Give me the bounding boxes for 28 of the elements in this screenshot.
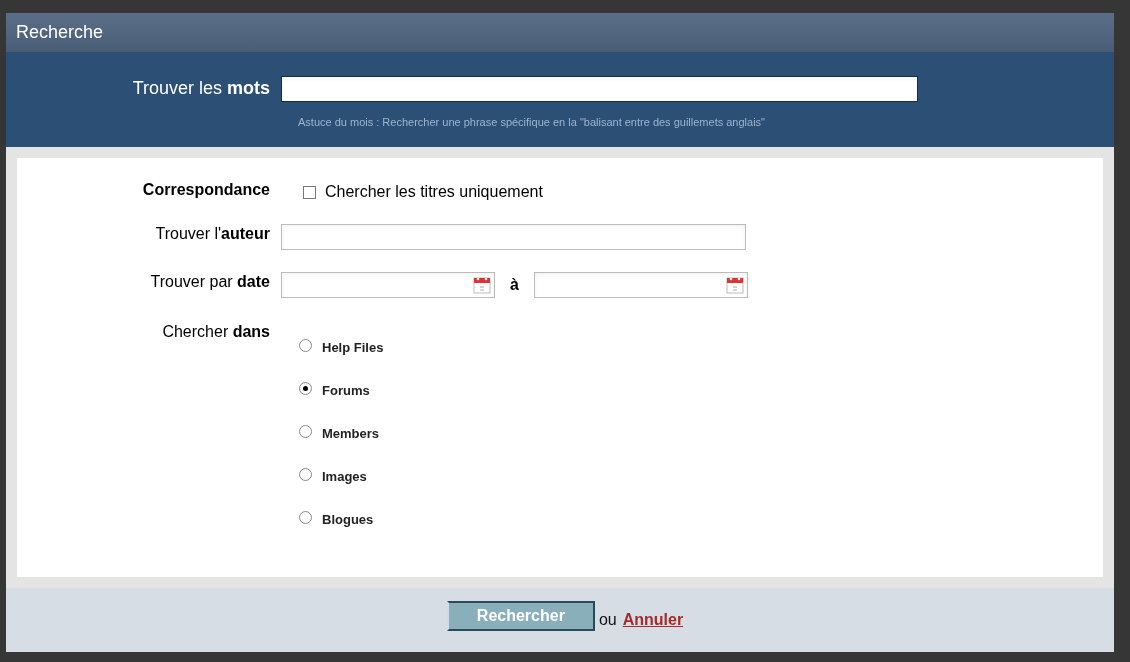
start-date-field[interactable] xyxy=(281,272,495,298)
radio-button[interactable] xyxy=(299,468,312,481)
hint-text: Astuce du mois : Rechercher une phrase spécifique en la "balisant entre des guillemets anglais" xyxy=(298,116,766,128)
radio-button[interactable] xyxy=(299,339,312,352)
calendar-icon[interactable] xyxy=(725,276,744,294)
cancel-link[interactable]: Annuler xyxy=(622,608,684,632)
keywords-input[interactable] xyxy=(281,75,918,102)
radio-label[interactable]: Blogues xyxy=(322,509,374,530)
titles-only-label[interactable]: Chercher les titres uniquement xyxy=(325,180,543,204)
date-separator: à xyxy=(510,275,519,295)
or-text: ou xyxy=(598,610,617,630)
titles-only-checkbox[interactable] xyxy=(303,185,316,199)
match-label: Correspondance xyxy=(142,181,270,198)
radio-button[interactable] xyxy=(299,382,312,395)
radio-label[interactable]: Help Files xyxy=(322,337,384,358)
date-label: Trouver par date xyxy=(150,273,270,290)
radio-label[interactable]: Members xyxy=(322,423,380,444)
window-title: Recherche xyxy=(16,21,104,44)
end-date-field[interactable] xyxy=(533,272,748,298)
radio-button[interactable] xyxy=(299,425,312,438)
scope-label: Chercher dans xyxy=(162,323,270,340)
radio-label[interactable]: Forums xyxy=(322,380,370,401)
calendar-icon[interactable] xyxy=(473,276,491,294)
author-label: Trouver l'auteur xyxy=(155,225,270,242)
radio-label[interactable]: Images xyxy=(322,466,367,487)
author-input[interactable] xyxy=(281,224,746,250)
keywords-label: Trouver les mots xyxy=(132,78,270,98)
radio-button[interactable] xyxy=(299,511,312,524)
